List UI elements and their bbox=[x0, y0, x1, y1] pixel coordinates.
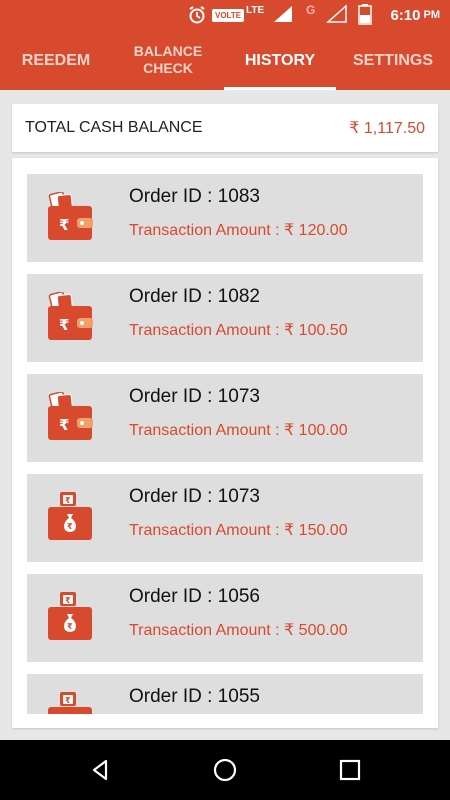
network-type-label: G bbox=[306, 3, 316, 17]
total-balance-card: TOTAL CASH BALANCE ₹ 1,117.50 bbox=[12, 104, 438, 152]
order-id: Order ID : 1082 bbox=[129, 286, 260, 307]
transaction-amount: Transaction Amount : ₹ 100.00 bbox=[129, 422, 348, 439]
order-id: Order ID : 1083 bbox=[129, 186, 260, 207]
order-id: Order ID : 1055 bbox=[129, 686, 260, 707]
list-item[interactable]: Order ID : 1055 bbox=[27, 674, 423, 714]
signal-icon bbox=[274, 6, 292, 22]
tab-bar: REEDEM BALANCE CHECK HISTORY SETTINGS bbox=[0, 30, 450, 90]
balance-value: ₹ 1,117.50 bbox=[349, 120, 425, 137]
tab-settings[interactable]: SETTINGS bbox=[336, 30, 450, 90]
transaction-amount: Transaction Amount : ₹ 150.00 bbox=[129, 522, 348, 539]
money-bag-icon bbox=[48, 492, 92, 540]
back-icon[interactable] bbox=[85, 755, 115, 785]
transaction-amount: Transaction Amount : ₹ 100.50 bbox=[129, 322, 348, 339]
list-item[interactable]: Order ID : 1056 Transaction Amount : ₹ 5… bbox=[27, 574, 423, 662]
order-id: Order ID : 1073 bbox=[129, 386, 260, 407]
transaction-amount: Transaction Amount : ₹ 500.00 bbox=[129, 622, 348, 639]
order-id: Order ID : 1056 bbox=[129, 586, 260, 607]
list-item[interactable]: Order ID : 1083 Transaction Amount : ₹ 1… bbox=[27, 174, 423, 262]
recent-apps-icon[interactable] bbox=[335, 755, 365, 785]
list-item[interactable]: Order ID : 1082 Transaction Amount : ₹ 1… bbox=[27, 274, 423, 362]
balance-label: TOTAL CASH BALANCE bbox=[25, 119, 203, 136]
home-icon[interactable] bbox=[210, 755, 240, 785]
status-time: 6:10 PM bbox=[390, 6, 440, 24]
signal-weak-icon bbox=[326, 4, 347, 23]
tab-reedem[interactable]: REEDEM bbox=[0, 30, 112, 90]
wallet-icon bbox=[47, 192, 93, 241]
tab-balance-check[interactable]: BALANCE CHECK bbox=[112, 30, 224, 90]
wallet-icon bbox=[47, 392, 93, 441]
order-id: Order ID : 1073 bbox=[129, 486, 260, 507]
list-item[interactable]: Order ID : 1073 Transaction Amount : ₹ 1… bbox=[27, 474, 423, 562]
tab-history[interactable]: HISTORY bbox=[224, 30, 336, 90]
lte-label: LTE bbox=[246, 4, 265, 16]
transaction-amount: Transaction Amount : ₹ 120.00 bbox=[129, 222, 348, 239]
alarm-icon bbox=[189, 6, 205, 24]
money-bag-icon bbox=[48, 692, 92, 714]
money-bag-icon bbox=[48, 592, 92, 640]
volte-badge: VOLTE bbox=[212, 8, 245, 22]
history-list: Order ID : 1083 Transaction Amount : ₹ 1… bbox=[12, 158, 438, 728]
system-nav-bar bbox=[0, 740, 450, 800]
list-item[interactable]: Order ID : 1073 Transaction Amount : ₹ 1… bbox=[27, 374, 423, 462]
wallet-icon bbox=[47, 292, 93, 341]
status-bar: VOLTE LTE G 6:10 PM bbox=[0, 0, 450, 30]
battery-icon bbox=[358, 4, 372, 25]
